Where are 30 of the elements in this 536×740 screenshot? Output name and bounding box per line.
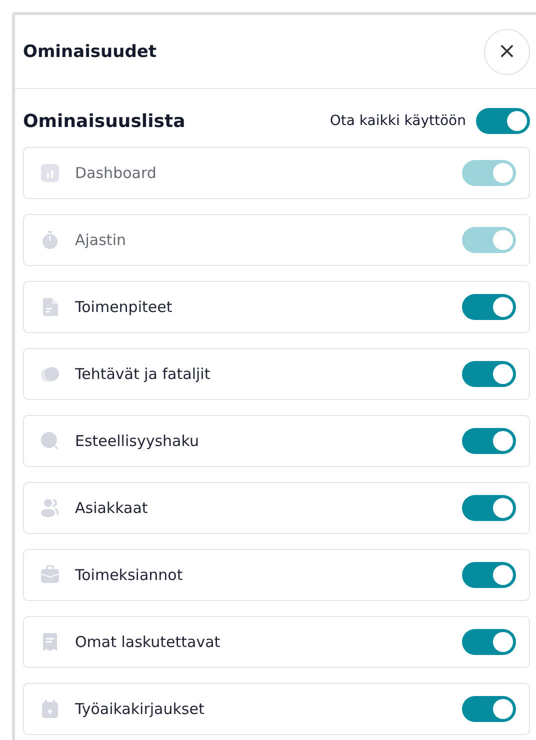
feature-label: Toimeksiannot [75, 566, 184, 584]
feature-label: Asiakkaat [75, 499, 149, 517]
feature-label: Omat laskutettavat [75, 633, 222, 651]
document-icon [40, 297, 60, 317]
feature-toggle[interactable] [462, 562, 516, 588]
feature-toggle[interactable] [462, 495, 516, 521]
search-icon [40, 431, 60, 451]
stopwatch-icon [40, 230, 60, 250]
feature-toggle[interactable] [462, 629, 516, 655]
section-title: Ominaisuuslista [23, 110, 186, 132]
feature-label: Ajastin [75, 231, 127, 249]
enable-all-toggle[interactable] [476, 108, 530, 134]
briefcase-icon [40, 565, 60, 585]
feature-toggle[interactable] [462, 696, 516, 722]
cards-icon [40, 364, 60, 384]
enable-all-label: Ota kaikki käyttöön [330, 113, 466, 129]
people-icon [40, 498, 60, 518]
feature-toggle[interactable] [462, 361, 516, 387]
feature-label: Tehtävät ja fataljit [75, 365, 212, 383]
feature-label: Työaikakirjaukset [75, 700, 206, 718]
feature-label: Dashboard [75, 164, 158, 182]
feature-toggle[interactable] [462, 428, 516, 454]
close-button[interactable]: × [484, 28, 530, 74]
calendar-icon [40, 699, 60, 719]
feature-label: Toimenpiteet [75, 298, 174, 316]
feature-label: Esteellisyyshaku [75, 432, 200, 450]
receipt-icon [40, 632, 60, 652]
feature-toggle[interactable] [462, 294, 516, 320]
chart-icon [40, 163, 60, 183]
panel-title: Ominaisuudet [23, 42, 157, 62]
